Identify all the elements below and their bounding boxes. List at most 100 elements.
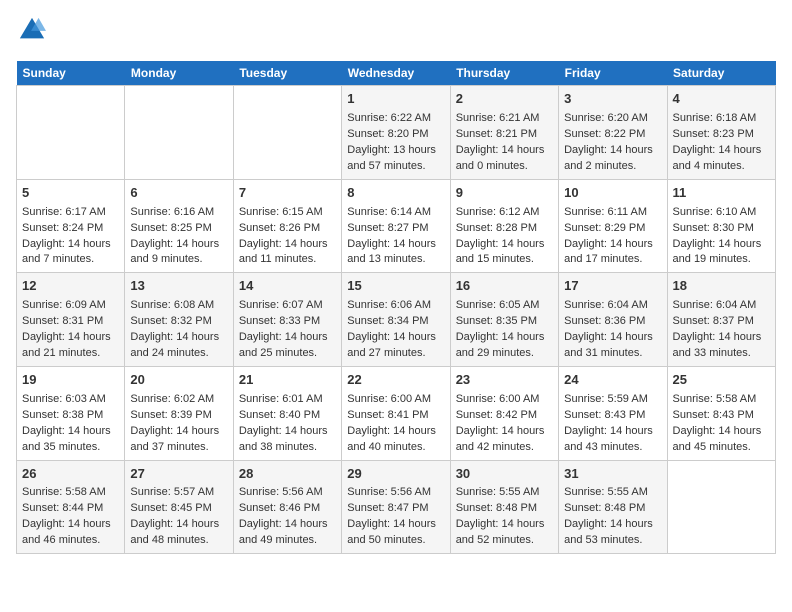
calendar-cell: 21Sunrise: 6:01 AMSunset: 8:40 PMDayligh… <box>233 366 341 460</box>
calendar-week-row: 19Sunrise: 6:03 AMSunset: 8:38 PMDayligh… <box>17 366 776 460</box>
day-number: 11 <box>673 184 770 203</box>
day-info: Sunset: 8:37 PM <box>673 314 770 330</box>
calendar-cell: 24Sunrise: 5:59 AMSunset: 8:43 PMDayligh… <box>559 366 667 460</box>
day-info: and 49 minutes. <box>239 533 336 549</box>
col-header-friday: Friday <box>559 61 667 86</box>
day-info: Sunset: 8:30 PM <box>673 221 770 237</box>
col-header-sunday: Sunday <box>17 61 125 86</box>
page-header <box>16 16 776 49</box>
day-info: Sunset: 8:31 PM <box>22 314 119 330</box>
day-number: 13 <box>130 277 227 296</box>
day-number: 8 <box>347 184 444 203</box>
day-info: Sunset: 8:48 PM <box>564 501 661 517</box>
day-number: 24 <box>564 371 661 390</box>
day-info: Sunrise: 6:17 AM <box>22 205 119 221</box>
day-info: Sunset: 8:27 PM <box>347 221 444 237</box>
col-header-wednesday: Wednesday <box>342 61 450 86</box>
day-info: Sunset: 8:29 PM <box>564 221 661 237</box>
day-info: and 31 minutes. <box>564 346 661 362</box>
day-info: Daylight: 14 hours <box>22 237 119 253</box>
day-info: and 15 minutes. <box>456 252 553 268</box>
day-info: Sunrise: 6:04 AM <box>673 298 770 314</box>
calendar-cell: 28Sunrise: 5:56 AMSunset: 8:46 PMDayligh… <box>233 460 341 554</box>
calendar-cell: 23Sunrise: 6:00 AMSunset: 8:42 PMDayligh… <box>450 366 558 460</box>
calendar-week-row: 26Sunrise: 5:58 AMSunset: 8:44 PMDayligh… <box>17 460 776 554</box>
calendar-cell: 5 Sunrise: 6:17 AMSunset: 8:24 PMDaylight… <box>17 179 125 273</box>
day-number: 21 <box>239 371 336 390</box>
day-info: and 33 minutes. <box>673 346 770 362</box>
day-info: Sunrise: 6:04 AM <box>564 298 661 314</box>
day-info: Sunset: 8:39 PM <box>130 408 227 424</box>
day-number: 4 <box>673 90 770 109</box>
calendar-cell: 29Sunrise: 5:56 AMSunset: 8:47 PMDayligh… <box>342 460 450 554</box>
day-info: and 9 minutes. <box>130 252 227 268</box>
calendar-cell: 17Sunrise: 6:04 AMSunset: 8:36 PMDayligh… <box>559 273 667 367</box>
day-info: Daylight: 14 hours <box>456 143 553 159</box>
calendar-cell: 25Sunrise: 5:58 AMSunset: 8:43 PMDayligh… <box>667 366 775 460</box>
day-info: Sunrise: 6:06 AM <box>347 298 444 314</box>
day-info: Sunset: 8:34 PM <box>347 314 444 330</box>
day-number: 25 <box>673 371 770 390</box>
day-info: Sunrise: 5:56 AM <box>347 485 444 501</box>
col-header-saturday: Saturday <box>667 61 775 86</box>
day-info: Sunset: 8:48 PM <box>456 501 553 517</box>
day-info: Sunrise: 5:56 AM <box>239 485 336 501</box>
day-number: 17 <box>564 277 661 296</box>
day-info: Sunrise: 6:09 AM <box>22 298 119 314</box>
day-info: Sunrise: 6:20 AM <box>564 111 661 127</box>
day-number: 18 <box>673 277 770 296</box>
day-info: and 52 minutes. <box>456 533 553 549</box>
day-info: and 57 minutes. <box>347 159 444 175</box>
day-info: and 21 minutes. <box>22 346 119 362</box>
day-number: 6 <box>130 184 227 203</box>
day-info: Sunset: 8:24 PM <box>22 221 119 237</box>
day-info: Daylight: 14 hours <box>239 330 336 346</box>
calendar-week-row: 5Sunrise: 6:17 AMSunset: 8:24 PMDaylight… <box>17 179 776 273</box>
day-info: Sunset: 8:32 PM <box>130 314 227 330</box>
calendar-week-row: 12Sunrise: 6:09 AMSunset: 8:31 PMDayligh… <box>17 273 776 367</box>
day-number: 5 <box>22 184 119 203</box>
day-number: 3 <box>564 90 661 109</box>
day-info: Daylight: 14 hours <box>130 330 227 346</box>
day-info: and 48 minutes. <box>130 533 227 549</box>
day-info: Sunset: 8:20 PM <box>347 127 444 143</box>
calendar-cell: 12Sunrise: 6:09 AMSunset: 8:31 PMDayligh… <box>17 273 125 367</box>
day-info: and 27 minutes. <box>347 346 444 362</box>
day-info: Daylight: 14 hours <box>456 330 553 346</box>
day-info: Daylight: 14 hours <box>564 330 661 346</box>
day-info: Sunset: 8:41 PM <box>347 408 444 424</box>
day-number: 10 <box>564 184 661 203</box>
day-info: Sunrise: 6:22 AM <box>347 111 444 127</box>
day-info: Sunset: 8:44 PM <box>22 501 119 517</box>
day-info: Sunrise: 6:15 AM <box>239 205 336 221</box>
day-number: 31 <box>564 465 661 484</box>
day-number: 16 <box>456 277 553 296</box>
calendar-cell: 2Sunrise: 6:21 AMSunset: 8:21 PMDaylight… <box>450 86 558 180</box>
day-info: Sunset: 8:23 PM <box>673 127 770 143</box>
day-info: Daylight: 14 hours <box>673 424 770 440</box>
calendar-cell: 10Sunrise: 6:11 AMSunset: 8:29 PMDayligh… <box>559 179 667 273</box>
col-header-tuesday: Tuesday <box>233 61 341 86</box>
day-info: Sunset: 8:43 PM <box>673 408 770 424</box>
calendar-cell <box>233 86 341 180</box>
calendar-week-row: 1Sunrise: 6:22 AMSunset: 8:20 PMDaylight… <box>17 86 776 180</box>
day-info: Daylight: 14 hours <box>130 517 227 533</box>
day-info: and 29 minutes. <box>456 346 553 362</box>
day-info: Sunrise: 6:14 AM <box>347 205 444 221</box>
day-info: Sunrise: 6:03 AM <box>22 392 119 408</box>
day-info: Daylight: 14 hours <box>130 237 227 253</box>
col-header-monday: Monday <box>125 61 233 86</box>
day-info: Sunset: 8:21 PM <box>456 127 553 143</box>
day-info: Daylight: 14 hours <box>456 424 553 440</box>
day-info: Daylight: 14 hours <box>564 424 661 440</box>
day-info: Daylight: 14 hours <box>347 330 444 346</box>
calendar-cell: 31Sunrise: 5:55 AMSunset: 8:48 PMDayligh… <box>559 460 667 554</box>
day-info: and 0 minutes. <box>456 159 553 175</box>
day-info: Daylight: 14 hours <box>239 517 336 533</box>
calendar-table: SundayMondayTuesdayWednesdayThursdayFrid… <box>16 61 776 554</box>
day-info: Sunrise: 5:55 AM <box>564 485 661 501</box>
day-info: Sunset: 8:38 PM <box>22 408 119 424</box>
calendar-cell <box>125 86 233 180</box>
day-info: Daylight: 14 hours <box>22 330 119 346</box>
day-info: Sunrise: 6:12 AM <box>456 205 553 221</box>
